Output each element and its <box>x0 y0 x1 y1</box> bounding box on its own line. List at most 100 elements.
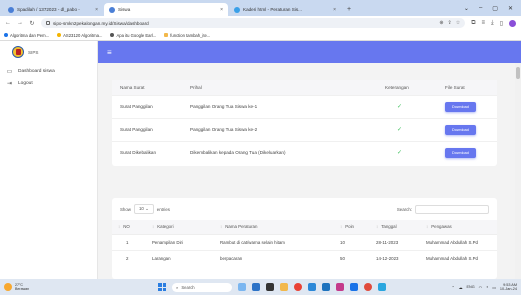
surat-nama: Surat Panggilan <box>112 94 182 118</box>
close-icon[interactable]: × <box>220 7 223 13</box>
maximize-icon[interactable]: ▢ <box>492 5 498 12</box>
close-window-icon[interactable]: ✕ <box>508 5 513 12</box>
cell-pengawas: Muhammad Abdullah S.Pd <box>420 249 497 266</box>
check-icon: ✓ <box>397 150 403 157</box>
tab-favicon <box>109 6 115 13</box>
lock-icon <box>46 21 50 25</box>
column-header-nama[interactable]: ↕ Nama Peraturan <box>214 220 334 235</box>
app-icon[interactable] <box>336 283 344 291</box>
column-header: Keterangan <box>377 80 437 95</box>
bookmark-item[interactable]: Algoritma dan Pem... <box>4 33 49 38</box>
column-header: Nama Surat <box>112 80 182 95</box>
language-indicator[interactable]: ENG <box>466 285 474 289</box>
scrollbar-thumb[interactable] <box>516 67 520 79</box>
new-tab-button[interactable]: + <box>342 3 356 16</box>
clock-date: 10-Jan-24 <box>499 287 517 291</box>
reload-icon[interactable]: ↻ <box>29 20 35 27</box>
cell-poin: 50 <box>334 249 370 266</box>
app-icon[interactable] <box>266 283 274 291</box>
bookmark-item[interactable]: Apa itu Google Earl... <box>110 33 156 38</box>
taskbar: 27°C Berawan ⌕ Search ⌃ ☁ ENG ◠ ◖ ▭ 9:53… <box>0 279 521 295</box>
app-icon[interactable] <box>364 283 372 291</box>
download-button[interactable]: Download <box>445 101 476 112</box>
peraturan-card: Show 10 ⌄ entries Search: ↕ NO ↕ Kategori … <box>112 198 497 279</box>
clock[interactable]: 9:53 AM 10-Jan-24 <box>500 283 517 291</box>
cell-nama: berpacaran <box>214 249 334 266</box>
entries-select[interactable]: 10 ⌄ <box>133 204 154 214</box>
table-row: Surat Panggilan Panggilan Orang Tua Sisw… <box>112 117 497 141</box>
page-scrollbar[interactable] <box>515 63 521 279</box>
app-icon[interactable] <box>378 283 386 291</box>
profile-avatar[interactable] <box>509 19 516 27</box>
forward-icon[interactable]: → <box>17 20 23 26</box>
column-header-tanggal[interactable]: ↕ Tanggal <box>370 220 420 235</box>
close-icon[interactable]: × <box>333 7 336 13</box>
hamburger-icon[interactable]: ≡ <box>107 48 112 57</box>
column-header-poin[interactable]: ↕ Poin <box>334 220 370 235</box>
search-wrap: Search: <box>396 204 489 214</box>
vscode-icon[interactable] <box>322 283 330 291</box>
bookmark-icon <box>4 33 8 37</box>
menu-list-icon[interactable]: ≡ <box>482 20 486 26</box>
star-icon[interactable]: ☆ <box>456 20 460 26</box>
windows-start-icon[interactable] <box>158 283 166 291</box>
app-icon[interactable] <box>350 283 358 291</box>
sidebar-item-label: Logout <box>18 80 33 86</box>
chevron-down-icon[interactable]: ⌄ <box>464 5 469 12</box>
logout-icon: ⇥ <box>6 80 13 87</box>
weather-widget[interactable]: 27°C Berawan <box>4 283 114 291</box>
sidebar-icon[interactable]: ▯ <box>500 20 503 27</box>
column-header-kategori[interactable]: ↕ Kategori <box>146 220 214 235</box>
brand[interactable]: SIPS <box>0 41 97 63</box>
column-header-no[interactable]: ↕ NO <box>112 220 146 235</box>
tab-title: Kaderi html - Peraturan Sis... <box>243 7 302 12</box>
minimize-icon[interactable]: – <box>479 5 482 11</box>
file-explorer-icon[interactable] <box>280 283 288 291</box>
bookmark-item[interactable]: function tambah_ite... <box>164 33 210 38</box>
close-icon[interactable]: × <box>95 7 98 13</box>
table-header-row: Nama Surat Prihal Keterangan File Surat <box>112 80 497 95</box>
share-icon[interactable]: ⇪ <box>448 20 452 26</box>
taskview-icon[interactable] <box>238 283 246 291</box>
taskbar-search[interactable]: ⌕ Search <box>172 282 232 292</box>
battery-icon[interactable]: ▭ <box>492 285 496 290</box>
wifi-icon[interactable]: ◠ <box>479 285 482 290</box>
cloud-icon[interactable]: ☁ <box>459 285 463 290</box>
browser-tab-1[interactable]: Spadilah / 1372023 - dl_pabo - × <box>3 3 103 16</box>
table-controls: Show 10 ⌄ entries Search: <box>112 198 497 220</box>
surat-prihal: Panggilan Orang Tua Siswa ke-2 <box>182 117 377 141</box>
bookmarks-bar: Algoritma dan Pem... AS23120 Algoritma..… <box>0 30 521 41</box>
volume-icon[interactable]: ◖ <box>486 285 488 289</box>
edge-icon[interactable] <box>308 283 316 291</box>
install-icon[interactable]: ⊕ <box>439 20 443 26</box>
download-button[interactable]: Download <box>445 147 476 158</box>
download-button[interactable]: Download <box>445 124 476 135</box>
entries-label: entries <box>156 206 170 212</box>
extensions-icon[interactable]: ⧉ <box>471 20 475 27</box>
sidebar: SIPS ▭ Dashboard siswa ⇥ Logout <box>0 41 98 279</box>
url-text: sipo-smkn2pekalongan.my.id/Siswa/dashboa… <box>53 20 149 26</box>
bookmark-icon <box>110 33 115 37</box>
browser-tab-strip: Spadilah / 1372023 - dl_pabo - × Siswa ×… <box>0 0 521 16</box>
show-label: Show <box>120 206 131 212</box>
chevron-up-icon[interactable]: ⌃ <box>451 285 454 290</box>
column-header: File Surat <box>437 80 497 95</box>
search-label: Search: <box>396 206 412 212</box>
column-header-pengawas[interactable]: ↕ Pengawas <box>420 220 497 235</box>
cell-kategori: Larangan <box>146 249 214 266</box>
app-icon[interactable] <box>252 283 260 291</box>
browser-tab-3[interactable]: Kaderi html - Peraturan Sis... × <box>229 3 341 16</box>
cell-tanggal: 28-11-2023 <box>370 233 420 250</box>
cell-kategori: Penampilan Diri <box>146 233 214 250</box>
chrome-icon[interactable] <box>294 283 302 291</box>
sidebar-item-dashboard[interactable]: ▭ Dashboard siswa <box>0 65 97 77</box>
search-input[interactable] <box>415 204 489 214</box>
download-icon[interactable]: ⤓ <box>491 20 494 27</box>
sidebar-item-logout[interactable]: ⇥ Logout <box>0 77 97 89</box>
bookmark-item[interactable]: AS23120 Algoritma... <box>57 33 102 38</box>
url-field[interactable]: sipo-smkn2pekalongan.my.id/Siswa/dashboa… <box>41 18 466 28</box>
peraturan-table: ↕ NO ↕ Kategori ↕ Nama Peraturan ↕ Poin ↕ Tan… <box>112 220 497 266</box>
back-icon[interactable]: ← <box>5 20 11 26</box>
browser-tab-2[interactable]: Siswa × <box>104 3 228 16</box>
table-header-row: ↕ NO ↕ Kategori ↕ Nama Peraturan ↕ Poin ↕ Tan… <box>112 220 497 235</box>
